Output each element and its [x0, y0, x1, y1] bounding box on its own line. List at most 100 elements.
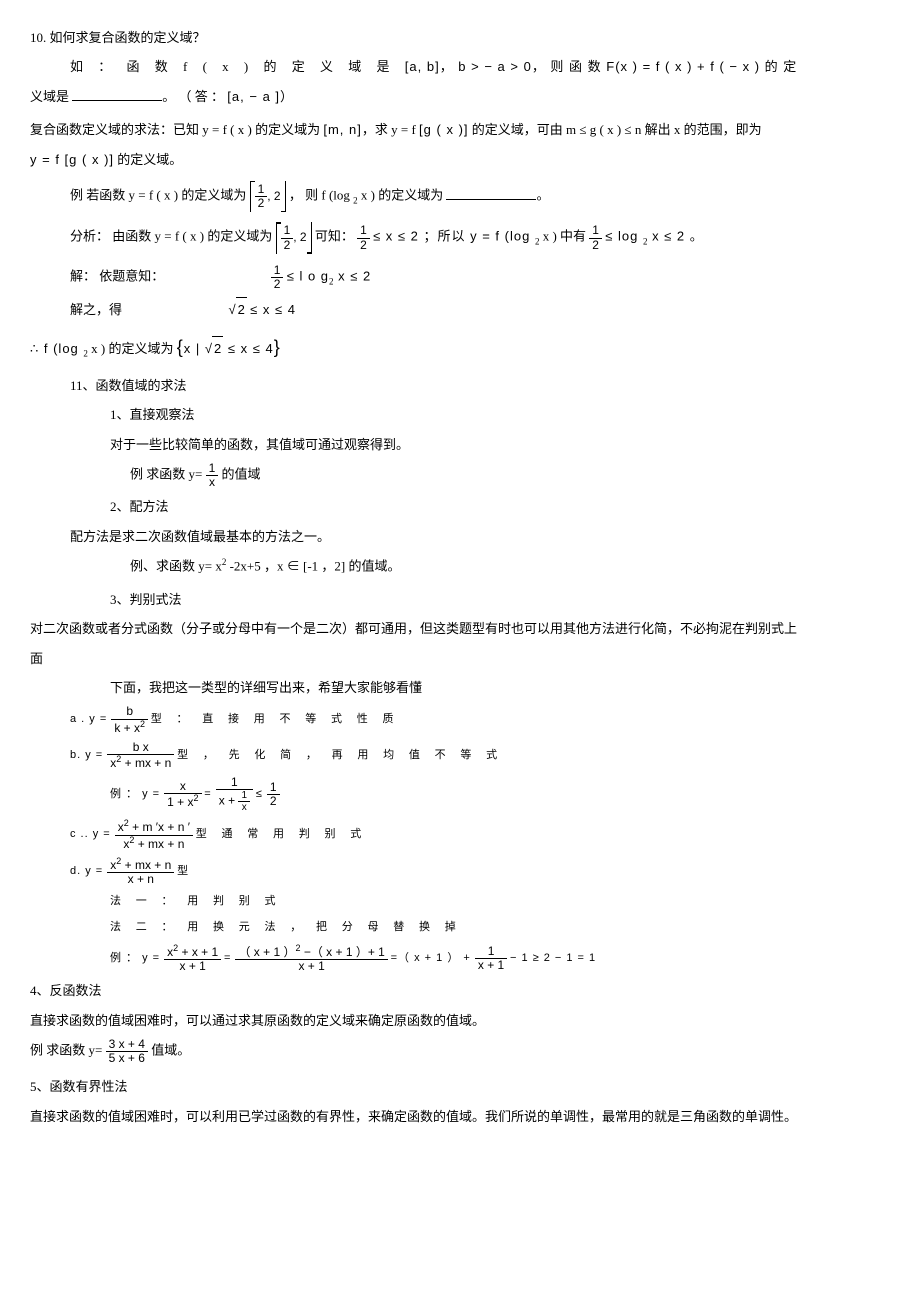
type-d-m2: 法 二 ： 用 换 元 法 ， 把 分 母 替 换 掉 [30, 918, 890, 938]
text: 解之，得 [70, 302, 122, 317]
interval: m, n [328, 122, 357, 137]
m3-text2: 面 [30, 647, 890, 670]
num: 1 [475, 945, 507, 958]
text: x ) 中有 [539, 229, 589, 244]
m1-title: 1、直接观察法 [30, 403, 890, 426]
text: 型 ： 直 接 用 不 等 式 性 质 [151, 714, 400, 726]
frac: 1x + 1 [475, 945, 507, 972]
num: x2 + mx + n [107, 857, 174, 872]
expr: ≤ x ≤ 4 [250, 302, 296, 317]
num: 1 [206, 462, 219, 475]
type-d-example: 例 ： y = x2 + x + 1 x + 1 = （ x + 1 ）2 −（… [30, 944, 890, 973]
text: 例、求函数 y= x [130, 559, 222, 574]
frac: x2 + m ′x + n ′ x2 + mx + n [115, 819, 193, 850]
text: 义域是 [30, 89, 72, 104]
le: ≤ [256, 788, 267, 800]
num: （ x + 1 ）2 −（ x + 1 ）+ 1 [235, 944, 387, 959]
text: 复合函数定义域的求法：已知 y = f ( x ) 的定义域为 [30, 122, 323, 137]
den: 2 [589, 238, 602, 252]
gx: g ( x ) [69, 152, 109, 167]
m5-title: 5、函数有界性法 [30, 1075, 890, 1098]
num: 1 [589, 224, 602, 237]
eq: = [204, 788, 215, 800]
num: 3 x + 4 [106, 1038, 148, 1051]
frac: x2 + x + 1 x + 1 [164, 944, 221, 973]
type-c: c .. y = x2 + m ′x + n ′ x2 + mx + n 型 通… [30, 819, 890, 850]
num: x2 + x + 1 [164, 944, 221, 959]
num: 1 [267, 781, 280, 794]
m4-title: 4、反函数法 [30, 979, 890, 1002]
text: 型 ， 先 化 简 ， 再 用 均 值 不 等 式 [177, 749, 503, 761]
frac: 12 [357, 224, 370, 251]
q11-title: 11、函数值域的求法 [30, 374, 890, 397]
set: ≤ x ≤ 4 [223, 341, 273, 356]
brace: } [274, 337, 281, 357]
den: 2 [271, 277, 284, 291]
eq: = [224, 952, 235, 964]
m3-text: 对二次函数或者分式函数（分子或分母中有一个是二次）都可通用，但这类题型有时也可以… [30, 617, 890, 640]
eq: =（ x + 1 ） + [391, 952, 475, 964]
den: 2 [357, 238, 370, 252]
frac: b xx2 + mx + n [107, 741, 174, 770]
frac: 1x + 1x [216, 776, 253, 813]
text: 分析： 由函数 y = f ( x ) 的定义域为 [70, 229, 276, 244]
text: ，求 y = f [362, 122, 419, 137]
text: 例 求函数 y= [30, 1043, 106, 1058]
m3-title: 3、判别式法 [30, 588, 890, 611]
text: 可知： [315, 229, 357, 244]
den: x [206, 475, 219, 489]
sqrt: √2 [205, 336, 223, 360]
den: x2 + mx + n [115, 835, 193, 851]
q10-line1: 如 ： 函 数 f ( x ) 的 定 义 域 是 [a, b]， b > − … [30, 55, 890, 78]
text: 如 ： 函 数 f ( x ) 的 定 义 域 是 [70, 59, 405, 74]
label: 例 ： y = [110, 952, 164, 964]
text: 值域。 [151, 1043, 190, 1058]
m4-example: 例 求函数 y= 3 x + 45 x + 6 值域。 [30, 1038, 890, 1065]
frac: x2 + mx + n x + n [107, 857, 174, 886]
label: a . y = [70, 714, 111, 726]
den: x + 1x [216, 789, 253, 813]
num: x2 + m ′x + n ′ [115, 819, 193, 834]
den: 1 + x2 [164, 793, 201, 809]
q10-example: 例 若函数 y = f ( x ) 的定义域为 12, 2 ， 则 f (log… [30, 181, 890, 212]
therefore: ∴ f (log [30, 341, 83, 356]
den: 2 [267, 794, 280, 808]
interval-bracket: 12, 2 [250, 181, 286, 212]
num: x [164, 780, 201, 793]
text: 解： 依题意知： [70, 268, 164, 283]
den: 2 [255, 196, 268, 210]
label: c .. y = [70, 829, 115, 841]
type-b-example: 例 ： y = x1 + x2 = 1x + 1x ≤ 12 [30, 776, 890, 813]
frac: 12 [281, 224, 294, 251]
text: 例 求函数 y= [130, 467, 206, 482]
text: -2x+5 ，x ∈ [-1 ，2] 的值域。 [226, 559, 400, 574]
den: x + 1 [475, 958, 507, 972]
q10-analysis: 分析： 由函数 y = f ( x ) 的定义域为 12, 2 可知： 12 ≤… [30, 222, 890, 253]
q10-solution1: 解： 依题意知： 12 ≤ l o g2 x ≤ 2 [30, 264, 890, 291]
text: ≤ x ≤ 2 ；所以 y = f (log [373, 229, 535, 244]
text: ， b > − a > 0， 则 函 数 F(x ) = f ( x ) + f… [440, 59, 798, 74]
frac: （ x + 1 ）2 −（ x + 1 ）+ 1 x + 1 [235, 944, 387, 973]
den: x2 + mx + n [107, 754, 174, 770]
den: k + x2 [111, 719, 148, 735]
num: 1 [271, 264, 284, 277]
m2-text: 配方法是求二次函数值域最基本的方法之一。 [30, 525, 890, 548]
interval: a, b [409, 59, 435, 74]
period: 。 [536, 188, 549, 203]
text: x ≤ 2 。 [647, 229, 703, 244]
text: y = f [30, 152, 65, 167]
type-d-m1: 法 一 ： 用 判 别 式 [30, 892, 890, 912]
expr: ≤ l o g [287, 268, 329, 283]
m1-example: 例 求函数 y= 1x 的值域 [30, 462, 890, 489]
m4-text: 直接求函数的值域困难时，可以通过求其原函数的定义域来确定原函数的值域。 [30, 1009, 890, 1032]
answer-interval: a, − a [232, 89, 276, 104]
comma2: , 2 [267, 189, 280, 203]
tail: − 1 ≥ 2 − 1 = 1 [510, 952, 596, 964]
frac: bk + x2 [111, 705, 148, 734]
num: b [111, 705, 148, 718]
q10-solution2: 解之，得 √2 ≤ x ≤ 4 [30, 297, 890, 321]
text: ≤ log [605, 229, 643, 244]
text: x ) 的定义域为 [358, 188, 447, 203]
m1-text: 对于一些比较简单的函数，其值域可通过观察得到。 [30, 433, 890, 456]
comma2: , 2 [293, 230, 306, 244]
